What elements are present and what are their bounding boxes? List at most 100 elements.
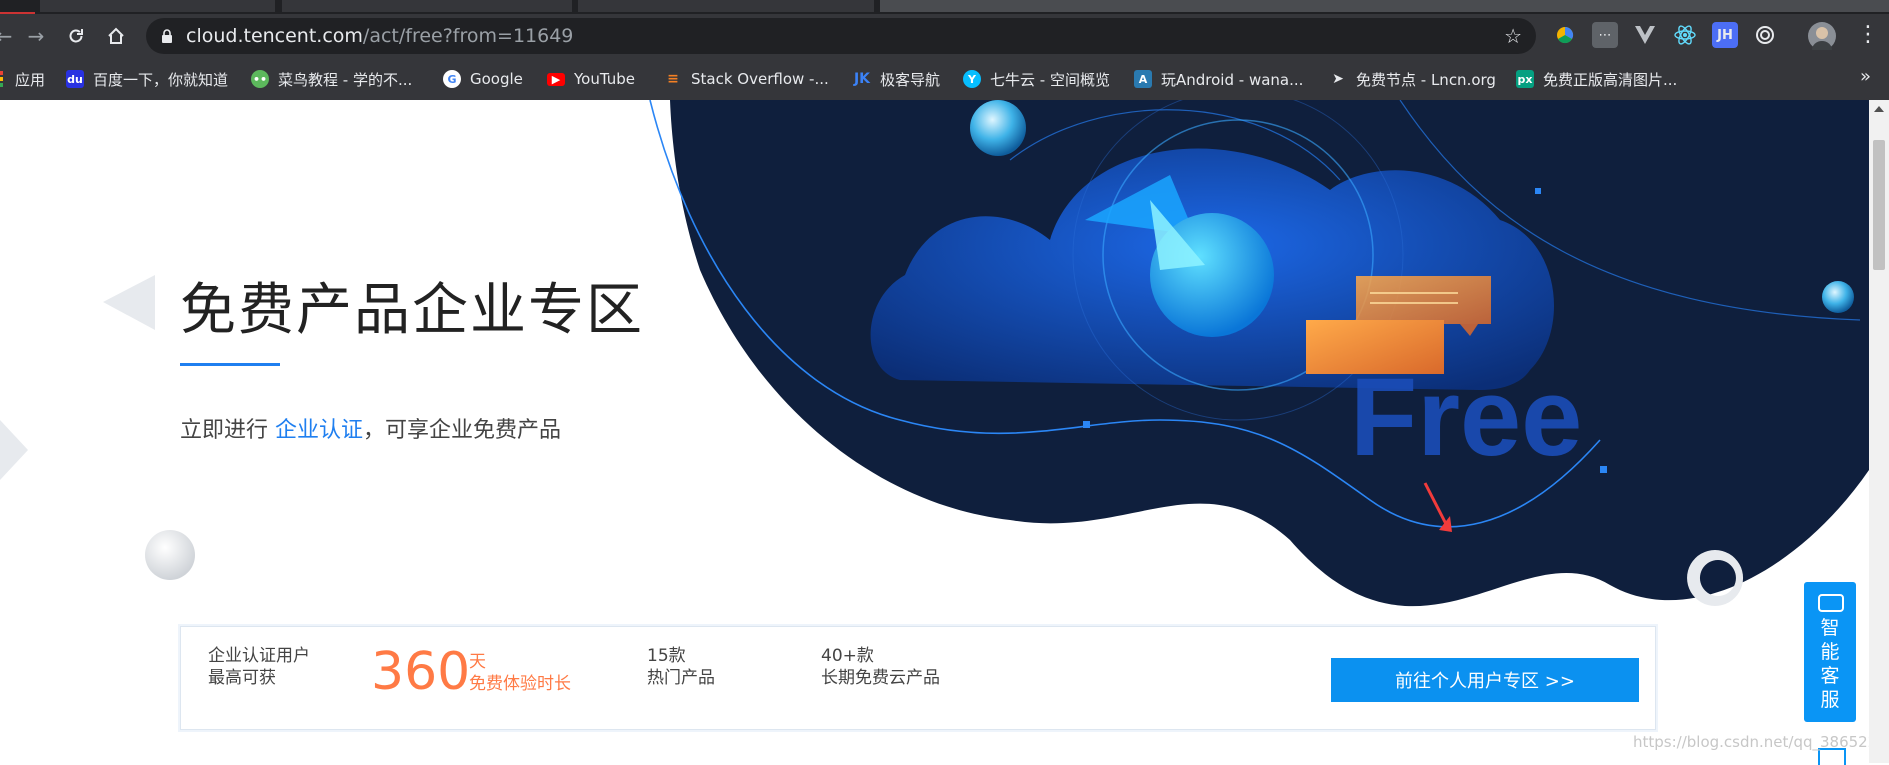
hot-products-stat: 15款 热门产品	[647, 645, 715, 689]
youtube-icon: ▶	[547, 72, 565, 86]
smart-service-button[interactable]: 智能客服	[1804, 582, 1856, 722]
vue-icon	[1635, 26, 1655, 44]
page-viewport: Free 免费产品企业专区 立即进行 企业认证，可享企业免费产品 企业认证用户 …	[0, 100, 1869, 763]
bookmark-label: 玩Android - wana...	[1161, 70, 1304, 89]
service-label-char: 能	[1820, 641, 1840, 663]
bookmark-lncn[interactable]: ➤ 免费节点 - Lncn.org	[1329, 67, 1496, 91]
bookmark-label: Google	[470, 70, 523, 88]
home-button[interactable]	[102, 22, 130, 50]
subtitle-prefix: 立即进行	[180, 418, 275, 443]
bookmark-stackoverflow[interactable]: ≡ Stack Overflow -...	[664, 67, 829, 91]
dots-extension-icon[interactable]: ⋯	[1592, 22, 1618, 48]
bookmark-label: 极客导航	[880, 70, 941, 89]
jsonhandle-extension-icon[interactable]: JH	[1712, 22, 1738, 48]
lock-icon	[162, 29, 172, 43]
trial-days-caption: 天 免费体验时长	[469, 651, 571, 695]
browser-tab-active[interactable]	[578, 0, 874, 12]
stat-value: 40+款	[821, 646, 874, 666]
bookmark-baidu[interactable]: du 百度一下，你就知道	[66, 67, 228, 91]
browser-toolbar: ← → cloud.tencent.com/act/free?from=1164…	[0, 14, 1889, 58]
color-wheel-icon	[1557, 26, 1574, 44]
home-icon	[108, 27, 124, 44]
profile-avatar[interactable]	[1808, 22, 1836, 50]
service-label-char: 智	[1820, 617, 1840, 639]
stat-label-line: 企业认证用户	[208, 646, 310, 666]
bookmark-runoob[interactable]: •• 菜鸟教程 - 学的不...	[251, 67, 412, 91]
bookmark-star-icon[interactable]: ☆	[1504, 24, 1522, 48]
decor-bubble	[1822, 281, 1854, 313]
decor-triangle	[0, 420, 28, 480]
smart-service-label: 智能客服	[1804, 616, 1856, 712]
free-art-text: Free	[1350, 356, 1582, 479]
url-path: /act/free?from=11649	[362, 25, 574, 47]
line-node	[1535, 188, 1541, 194]
bookmark-youtube[interactable]: ▶ YouTube	[547, 67, 635, 91]
chrome-extension-icon[interactable]	[1552, 22, 1578, 48]
trial-days-desc: 免费体验时长	[469, 674, 571, 694]
runoob-icon: ••	[251, 70, 269, 88]
stat-value: 15款	[647, 646, 686, 666]
pexels-icon: px	[1516, 70, 1534, 88]
bookmark-google[interactable]: G Google	[443, 67, 523, 91]
subtitle-suffix: ，可享企业免费产品	[363, 418, 562, 443]
kebab-menu-icon[interactable]: ⋮	[1857, 22, 1879, 47]
trial-days-number: 360	[371, 642, 471, 702]
paper-plane-icon: ➤	[1332, 71, 1344, 87]
bookmark-qiniu[interactable]: Y 七牛云 - 空间概览	[963, 67, 1110, 91]
browser-tab[interactable]	[0, 0, 35, 14]
scrollbar-thumb[interactable]	[1873, 140, 1885, 270]
browser-tab[interactable]	[40, 0, 275, 12]
stat-label: 企业认证用户 最高可获	[208, 645, 310, 689]
bookmark-label: Stack Overflow -...	[691, 70, 829, 88]
bookmark-label: 应用	[15, 70, 46, 89]
bookmark-label: 七牛云 - 空间概览	[990, 70, 1110, 89]
chat-bot-icon	[1818, 594, 1844, 612]
bookmark-apps[interactable]: 应用	[0, 67, 45, 91]
bookmark-label: 免费正版高清图片...	[1543, 70, 1678, 89]
decor-bubble	[145, 530, 195, 580]
browser-tab[interactable]	[282, 0, 572, 12]
scroll-up-arrow-icon[interactable]	[1874, 106, 1884, 112]
trial-days-unit: 天	[469, 652, 486, 672]
bookmark-label: YouTube	[574, 70, 635, 88]
address-bar[interactable]: cloud.tencent.com/act/free?from=11649 ☆	[146, 18, 1536, 54]
browser-tab[interactable]	[880, 0, 1889, 12]
bookmark-label: 菜鸟教程 - 学的不...	[278, 70, 413, 89]
target-extension-icon[interactable]	[1752, 22, 1778, 48]
bookmark-pexels[interactable]: px 免费正版高清图片...	[1516, 67, 1677, 91]
bookmarks-overflow-button[interactable]: »	[1860, 66, 1871, 87]
decor-bubble	[970, 100, 1026, 156]
reload-button[interactable]	[62, 22, 90, 50]
bookmark-jike[interactable]: JK 极客导航	[853, 67, 940, 91]
chat-bubble-shape	[1356, 276, 1491, 324]
stat-desc: 长期免费云产品	[821, 668, 940, 688]
stats-panel: 企业认证用户 最高可获 360 天 免费体验时长 15款 热门产品 40+款 长…	[180, 626, 1656, 730]
react-icon	[1674, 25, 1696, 45]
react-devtools-icon[interactable]	[1672, 22, 1698, 48]
service-label-char: 服	[1820, 689, 1840, 711]
google-icon: G	[443, 70, 461, 88]
reload-icon	[69, 29, 83, 43]
android-icon: A	[1134, 70, 1152, 88]
bookmark-wanandroid[interactable]: A 玩Android - wana...	[1134, 67, 1303, 91]
back-button[interactable]: ←	[0, 22, 18, 50]
personal-zone-button[interactable]: 前往个人用户专区 >>	[1331, 658, 1639, 702]
tab-strip	[0, 0, 1889, 14]
stat-label-line: 最高可获	[208, 668, 276, 688]
url-text: cloud.tencent.com/act/free?from=11649	[186, 25, 573, 47]
watermark-text: https://blog.csdn.net/qq_38652226	[1633, 733, 1889, 751]
baidu-paw-icon: du	[66, 70, 84, 88]
vue-devtools-icon[interactable]	[1632, 22, 1658, 48]
bookmark-label: 免费节点 - Lncn.org	[1356, 70, 1496, 89]
page-title: 免费产品企业专区	[180, 278, 644, 343]
apps-grid-icon	[0, 70, 6, 88]
page-scrollbar[interactable]	[1869, 100, 1889, 763]
avatar-icon	[1812, 27, 1832, 50]
target-icon	[1756, 26, 1774, 44]
line-node	[1600, 466, 1607, 473]
forward-button[interactable]: →	[22, 22, 50, 50]
jk-nav-icon: JK	[853, 71, 871, 87]
stat-desc: 热门产品	[647, 668, 715, 688]
url-host: cloud.tencent.com	[186, 25, 363, 47]
enterprise-verify-link[interactable]: 企业认证	[275, 418, 363, 443]
